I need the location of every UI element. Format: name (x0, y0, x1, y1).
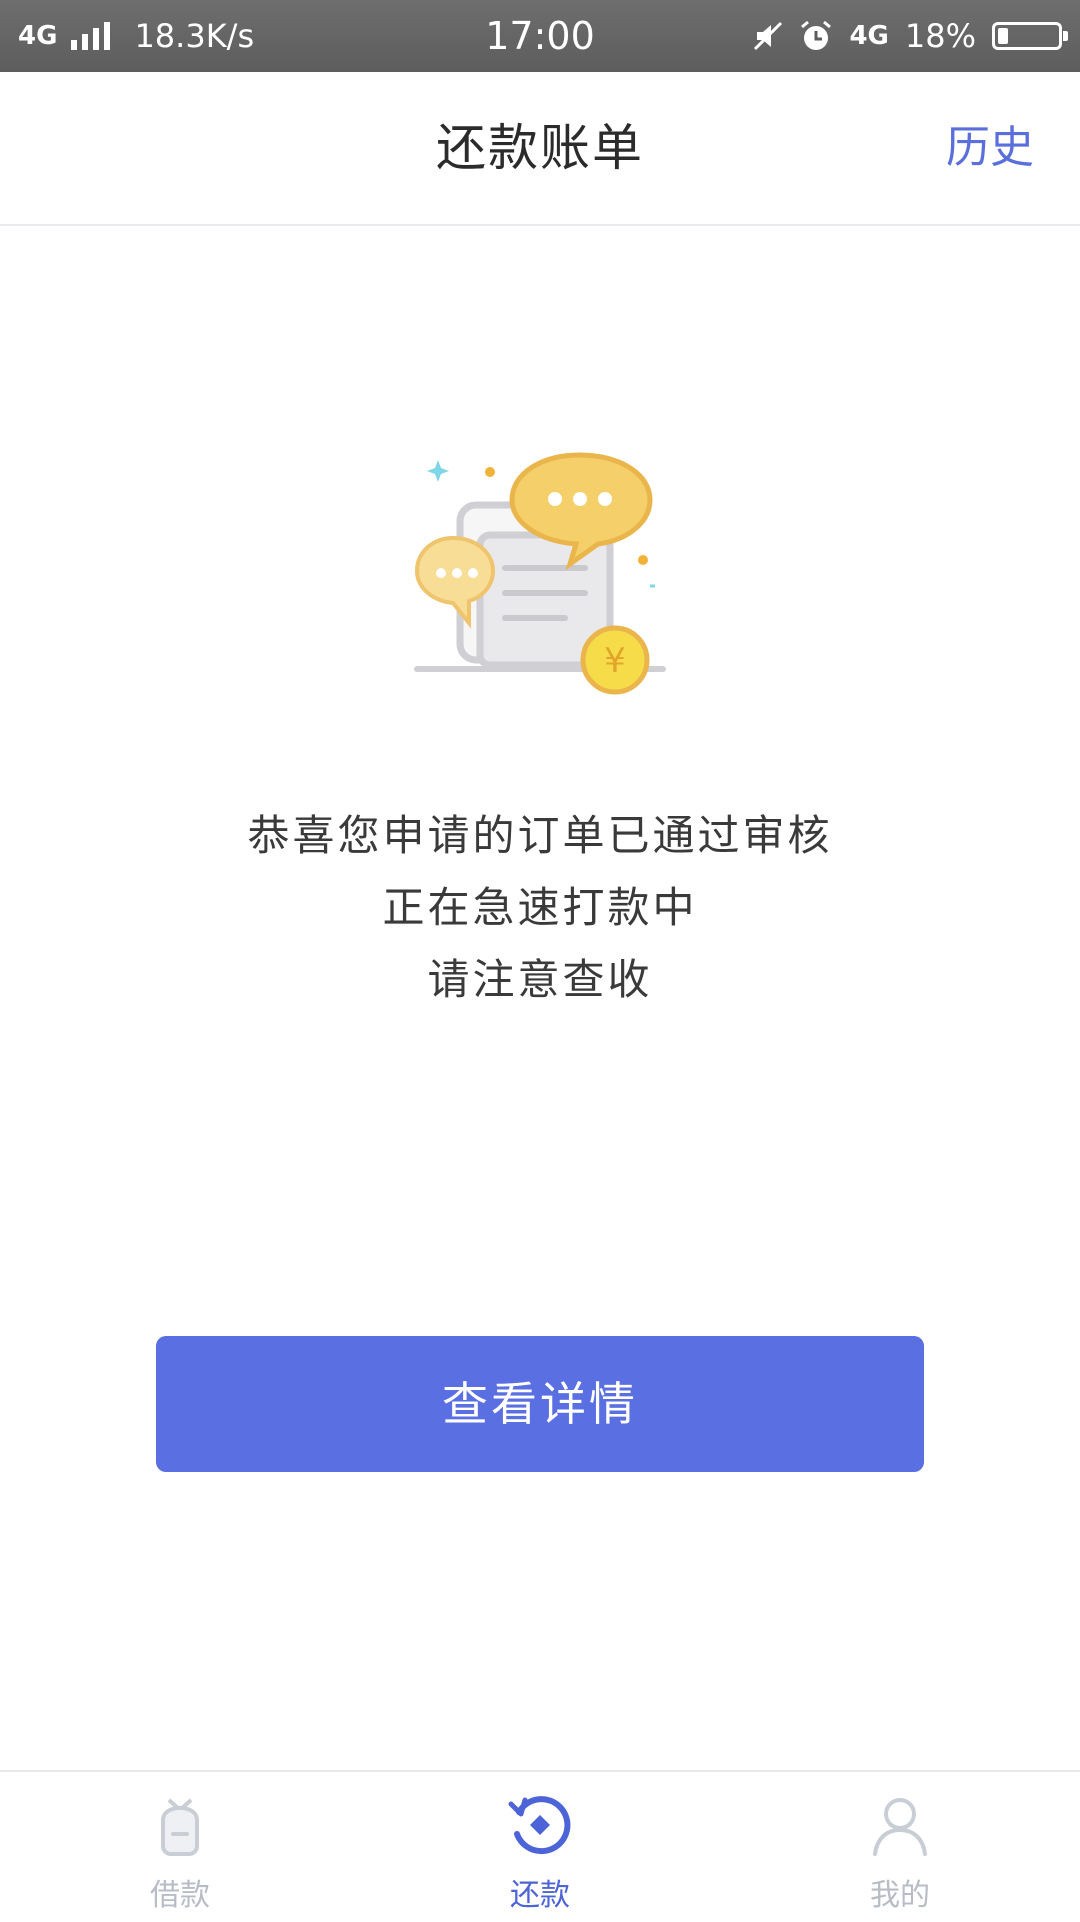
message-line-2: 正在急速打款中 (382, 883, 698, 932)
status-right: 4G 18% (753, 0, 1068, 72)
status-bar: 4G 18.3K/s 17:00 4G 18% (0, 0, 1080, 72)
user-icon (873, 1798, 927, 1856)
page-title: 还款账单 (436, 119, 644, 177)
message-line-1: 恭喜您申请的订单已通过审核 (247, 811, 833, 860)
tab-loan[interactable]: 借款 (0, 1772, 360, 1922)
message-line-3: 请注意查收 (427, 955, 653, 1004)
history-link[interactable]: 历史 (946, 72, 1034, 224)
tab-repay-label: 还款 (510, 1878, 570, 1913)
tab-repay[interactable]: 还款 (360, 1772, 720, 1922)
tab-mine-label: 我的 (870, 1878, 930, 1913)
alarm-icon (801, 20, 832, 50)
view-details-button[interactable]: 查看详情 (156, 1336, 924, 1472)
mute-icon (754, 21, 783, 51)
order-approved-illustration: ¥ (414, 452, 666, 695)
battery-fill (998, 28, 1009, 44)
coin-icon: ¥ (580, 625, 650, 695)
loan-bag-icon (161, 1798, 199, 1856)
tab-loan-label: 借款 (150, 1878, 210, 1913)
battery-icon (992, 22, 1068, 50)
tab-mine[interactable]: 我的 (720, 1772, 1080, 1922)
svg-text:¥: ¥ (604, 641, 626, 681)
bottom-tab-bar: 借款 还款 我的 (0, 1770, 1080, 1922)
network-type-2: 4G (849, 21, 889, 51)
repay-cycle-icon (508, 1796, 571, 1855)
battery-percent: 18% (904, 17, 976, 55)
header: 还款账单 历史 (0, 72, 1080, 226)
status-message: 恭喜您申请的订单已通过审核 正在急速打款中 请注意查收 (0, 800, 1080, 1016)
